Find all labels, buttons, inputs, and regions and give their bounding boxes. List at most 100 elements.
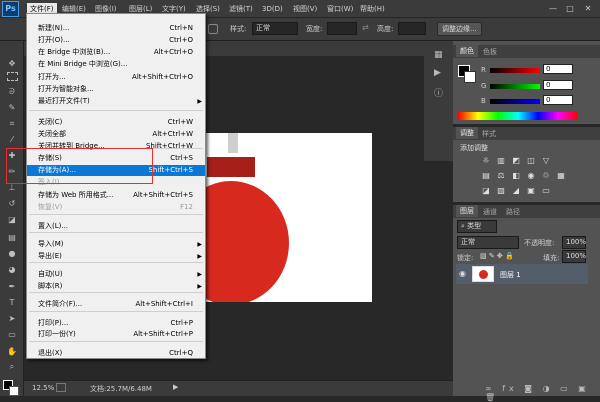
color-balance-icon[interactable]: ⚖ xyxy=(495,170,507,181)
layer-filter-select[interactable]: ⌕ 类型 xyxy=(457,220,497,233)
channel-b-value[interactable]: 0 xyxy=(543,95,573,105)
bg-color-preview[interactable] xyxy=(464,71,476,83)
file-menu-item[interactable]: 打开为... Alt+Shift+Ctrl+O xyxy=(27,72,205,83)
color-spectrum-bar[interactable] xyxy=(458,112,578,120)
marquee-tool-icon[interactable] xyxy=(7,72,18,81)
menu-item-label: 打开为... xyxy=(38,73,66,81)
dodge-tool-icon[interactable]: ◕ xyxy=(5,264,19,275)
pen-tool-icon[interactable]: ✒ xyxy=(5,281,19,292)
layers-footer-icons[interactable]: ∞ fx ◙ ◑ ▭ ▣ 🗑 xyxy=(485,384,600,402)
image-canvas[interactable] xyxy=(201,133,372,302)
file-menu-item[interactable]: 导出(E) ▶ xyxy=(27,251,205,262)
file-menu-item[interactable]: 置入(L)... xyxy=(27,221,205,232)
file-menu-item[interactable]: 文件简介(F)... Alt+Shift+Ctrl+I xyxy=(27,299,205,310)
file-menu-item[interactable]: 退出(X) Ctrl+Q xyxy=(27,348,205,359)
channel-b-slider[interactable] xyxy=(490,99,540,104)
file-menu-item[interactable]: 关闭全部 Alt+Ctrl+W xyxy=(27,129,205,140)
crop-tool-icon[interactable]: ⌗ xyxy=(5,118,19,129)
invert-icon[interactable]: ◪ xyxy=(480,185,492,196)
file-menu-item[interactable]: 关闭(C) Ctrl+W xyxy=(27,117,205,128)
tab-layers[interactable]: 图层 xyxy=(456,205,478,217)
selective-color-icon[interactable]: ▣ xyxy=(525,185,537,196)
curves-icon[interactable]: ◩ xyxy=(510,155,522,166)
swap-icon[interactable]: ⇄ xyxy=(362,23,369,32)
history-panel-icon[interactable]: ▦ xyxy=(434,50,443,60)
file-menu-item[interactable]: 导入(M) ▶ xyxy=(27,239,205,250)
opacity-field[interactable]: 100% xyxy=(562,236,586,249)
refine-edge-button[interactable]: 调整边缘... xyxy=(437,22,482,36)
color-lookup-icon[interactable]: ▦ xyxy=(555,170,567,181)
style-select[interactable]: 正常 xyxy=(252,22,298,35)
path-select-icon[interactable]: ➤ xyxy=(5,313,19,324)
close-button[interactable]: ✕ xyxy=(581,2,595,15)
lasso-tool-icon[interactable]: ᘐ xyxy=(5,86,19,97)
file-menu-item[interactable]: 打开为智能对象... xyxy=(27,84,205,95)
file-menu-item[interactable]: 在 Bridge 中浏览(B)... Alt+Ctrl+O xyxy=(27,47,205,58)
eyedropper-tool-icon[interactable]: ⁄ xyxy=(5,134,19,145)
tab-channels[interactable]: 通道 xyxy=(483,207,497,217)
blur-tool-icon[interactable]: ● xyxy=(5,248,19,259)
exposure-icon[interactable]: ◫ xyxy=(525,155,537,166)
visibility-eye-icon[interactable]: ◉ xyxy=(459,269,466,278)
menu-window[interactable]: 窗口(W) xyxy=(324,3,356,16)
quick-select-tool-icon[interactable]: ✎ xyxy=(5,102,19,113)
lock-icons[interactable]: ▨ ✎ ✥ 🔒 xyxy=(480,252,514,260)
file-menu-item[interactable]: 在 Mini Bridge 中浏览(G)... xyxy=(27,59,205,70)
channel-r-value[interactable]: 0 xyxy=(543,64,573,74)
tab-paths[interactable]: 路径 xyxy=(506,207,520,217)
file-menu-item[interactable]: 打印一份(Y) Alt+Shift+Ctrl+P xyxy=(27,329,205,340)
file-menu-item[interactable]: 存储为 Web 所用格式... Alt+Shift+Ctrl+S xyxy=(27,190,205,201)
type-tool-icon[interactable]: T xyxy=(5,297,19,308)
minimize-button[interactable]: — xyxy=(546,2,560,15)
menu-help[interactable]: 帮助(H) xyxy=(357,3,388,16)
tab-adjustments[interactable]: 调整 xyxy=(456,127,478,139)
brightness-icon[interactable]: ☼ xyxy=(480,155,492,166)
channel-g-slider[interactable] xyxy=(490,84,540,89)
file-menu-item[interactable]: 脚本(R) ▶ xyxy=(27,281,205,292)
shape-tool-icon[interactable]: ▭ xyxy=(5,329,19,340)
file-menu-item[interactable]: 打印(P)... Ctrl+P xyxy=(27,318,205,329)
posterize-icon[interactable]: ▨ xyxy=(495,185,507,196)
fill-field[interactable]: 100% xyxy=(562,250,586,263)
channel-g-value[interactable]: 0 xyxy=(543,80,573,90)
tab-swatches[interactable]: 色板 xyxy=(483,47,497,57)
zoom-tool-icon[interactable]: ⌕ xyxy=(5,361,19,372)
menu-item-shortcut: Shift+Ctrl+S xyxy=(148,166,193,174)
hand-tool-icon[interactable]: ✋ xyxy=(5,346,19,357)
vibrance-icon[interactable]: ▽ xyxy=(540,155,552,166)
maximize-button[interactable]: □ xyxy=(563,2,577,15)
hue-saturation-icon[interactable]: ▤ xyxy=(480,170,492,181)
menu-filter[interactable]: 滤镜(T) xyxy=(226,3,256,16)
history-brush-icon[interactable]: ↺ xyxy=(5,198,19,209)
height-field[interactable] xyxy=(398,22,426,35)
eraser-tool-icon[interactable]: ◪ xyxy=(5,214,19,225)
threshold-icon[interactable]: ◢ xyxy=(510,185,522,196)
status-arrow-icon[interactable]: ▶ xyxy=(173,383,178,391)
menu-3d[interactable]: 3D(D) xyxy=(259,3,286,16)
channel-mixer-icon[interactable]: ♲ xyxy=(540,170,552,181)
tab-styles[interactable]: 样式 xyxy=(482,129,496,139)
move-tool-icon[interactable]: ✥ xyxy=(5,58,19,69)
file-menu-item[interactable]: 打开(O)... Ctrl+O xyxy=(27,35,205,46)
gradient-map-icon[interactable]: ▭ xyxy=(540,185,552,196)
anti-alias-checkbox[interactable] xyxy=(208,24,218,34)
layer-name[interactable]: 图层 1 xyxy=(500,270,521,280)
zoom-export-icon[interactable] xyxy=(56,383,66,392)
blend-mode-select[interactable]: 正常 xyxy=(457,236,519,249)
file-menu-item[interactable]: 新建(N)... Ctrl+N xyxy=(27,23,205,34)
tab-color[interactable]: 颜色 xyxy=(456,45,478,57)
file-menu-item[interactable]: 最近打开文件(T) ▶ xyxy=(27,96,205,107)
properties-panel-icon[interactable]: ⓘ xyxy=(434,86,443,99)
channel-r-slider[interactable] xyxy=(490,68,540,73)
menu-view[interactable]: 视图(V) xyxy=(290,3,320,16)
actions-panel-icon[interactable]: ▶ xyxy=(434,68,441,78)
menu-item-label: 关闭全部 xyxy=(38,130,66,138)
levels-icon[interactable]: ▥ xyxy=(495,155,507,166)
gradient-tool-icon[interactable]: ▤ xyxy=(5,232,19,243)
file-menu-item[interactable]: 自动(U) ▶ xyxy=(27,269,205,280)
background-color-swatch[interactable] xyxy=(9,386,19,396)
black-white-icon[interactable]: ◧ xyxy=(510,170,522,181)
photo-filter-icon[interactable]: ◉ xyxy=(525,170,537,181)
zoom-level[interactable]: 12.5% xyxy=(32,384,54,392)
width-field[interactable] xyxy=(327,22,357,35)
